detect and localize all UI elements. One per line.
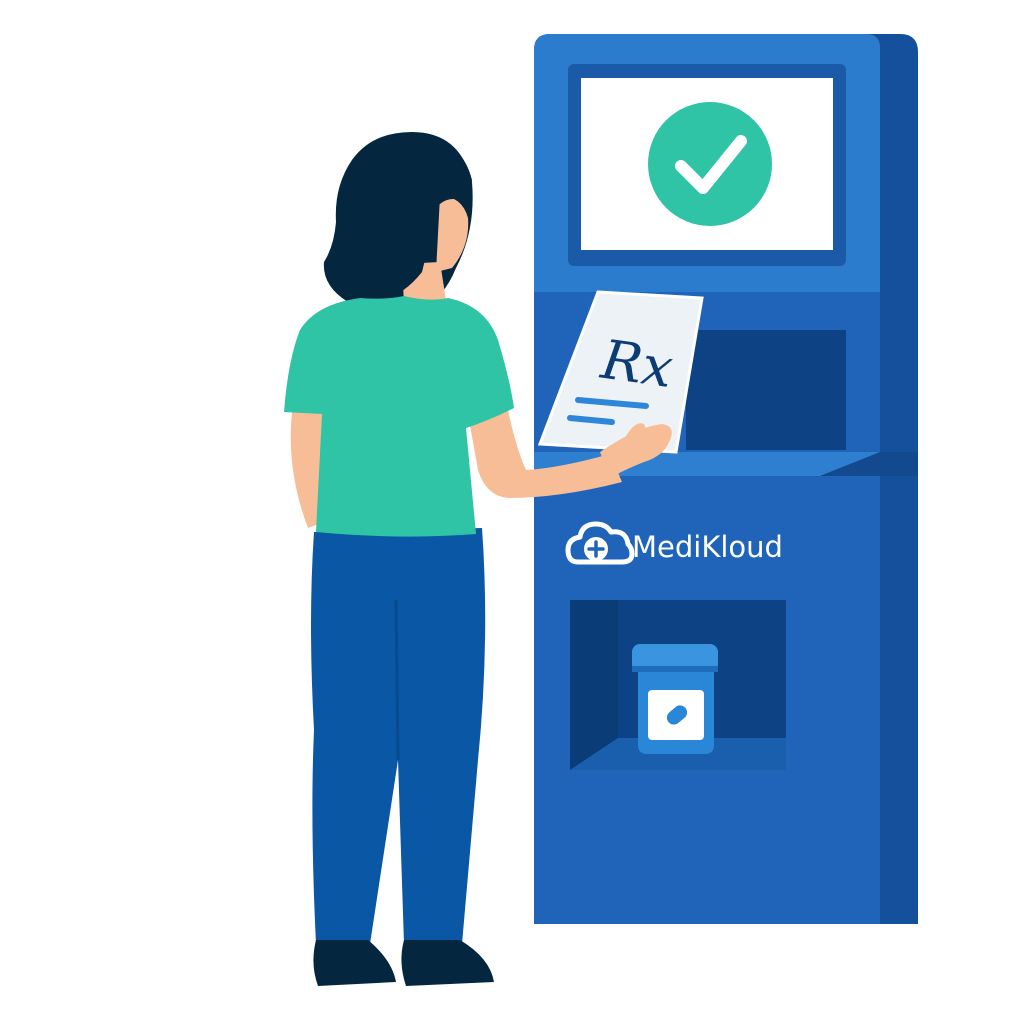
illustration-canvas: MediKloud Rx: [284, 34, 918, 986]
right-shoe: [401, 940, 494, 986]
left-shoe: [313, 940, 396, 986]
rx-label: Rx: [597, 328, 677, 400]
kiosk-scene: MediKloud Rx: [0, 0, 1024, 1024]
pill-bottle-icon: [632, 644, 718, 754]
rx-line-2: [567, 415, 615, 425]
prescription-slot[interactable]: [686, 330, 846, 450]
face: [436, 196, 469, 272]
brand-name: MediKloud: [632, 530, 783, 564]
pants-seam: [394, 599, 400, 761]
status-check-circle: [648, 102, 772, 226]
